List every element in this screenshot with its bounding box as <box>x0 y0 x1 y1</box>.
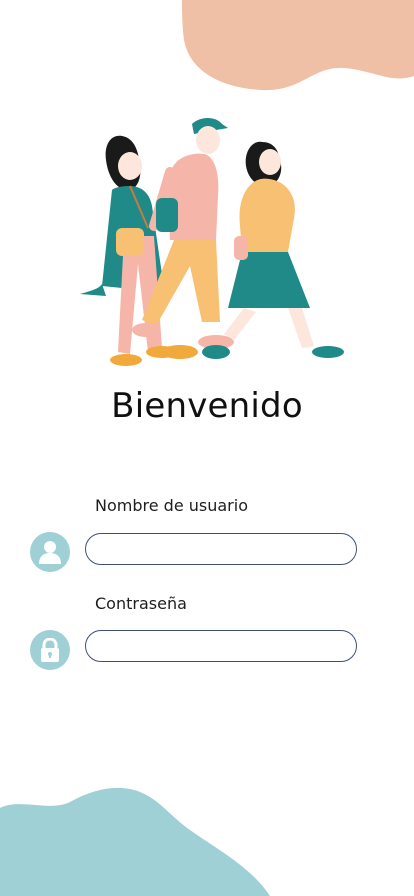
lock-icon <box>30 630 70 670</box>
password-label: Contraseña <box>95 594 187 613</box>
page-title: Bienvenido <box>111 386 303 426</box>
walking-people-illustration <box>80 118 344 366</box>
woman-teal-skirt <box>202 141 344 359</box>
user-icon <box>30 532 70 572</box>
username-label: Nombre de usuario <box>95 496 248 515</box>
top-decorative-blob <box>182 0 414 91</box>
bottom-decorative-blob <box>0 787 270 896</box>
username-input[interactable] <box>85 533 357 565</box>
password-input[interactable] <box>85 630 357 662</box>
woman-teal-coat <box>80 135 178 366</box>
